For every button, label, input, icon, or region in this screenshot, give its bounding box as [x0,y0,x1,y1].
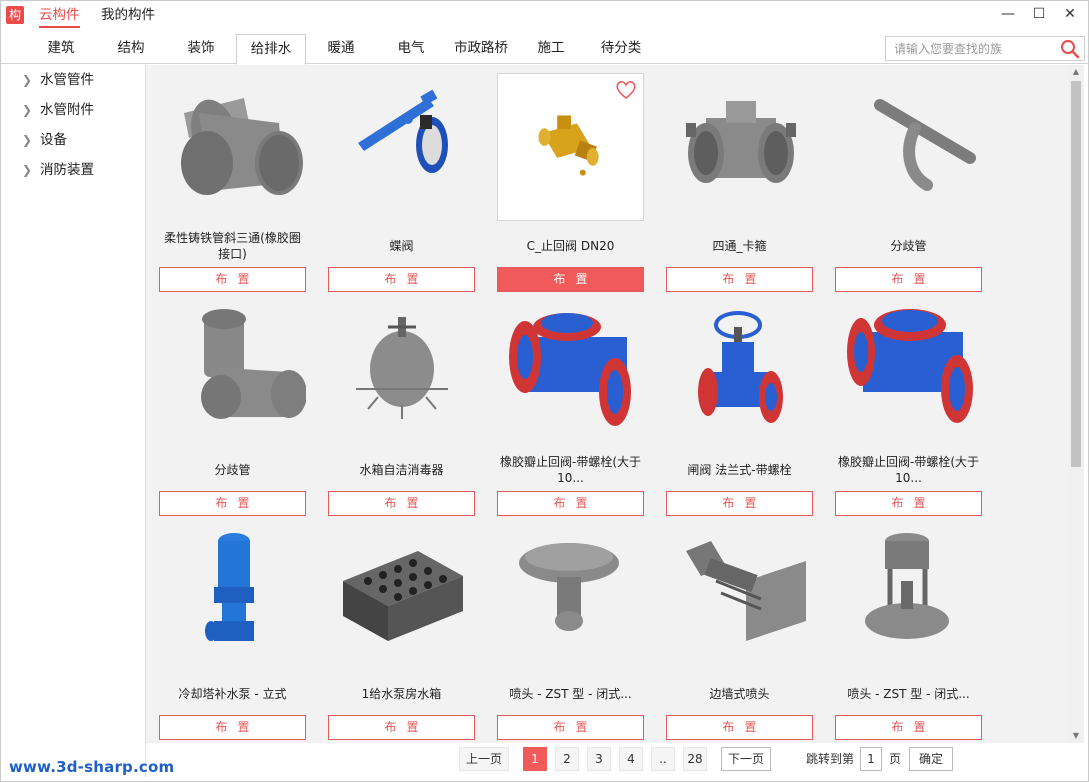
tab-architecture[interactable]: 建筑 [31,34,91,64]
cross-clamp-icon [686,101,796,183]
sidebar-item-label: 设备 [40,132,67,148]
water-tank-icon [343,551,463,641]
place-button[interactable]: 布置 [666,267,813,292]
component-name: 边墙式喷头 [709,687,770,701]
category-sidebar: ❯ 水管管件 ❯ 水管附件 ❯ 设备 ❯ 消防装置 [6,65,146,777]
place-button[interactable]: 布置 [159,267,306,292]
place-button[interactable]: 布置 [328,491,475,516]
page-ellipsis: .. [651,747,675,771]
place-button[interactable]: 布置 [497,715,644,740]
tab-my-components[interactable]: 我的构件 [101,6,155,28]
place-button[interactable]: 布置 [159,491,306,516]
component-name: 四通_卡箍 [712,239,767,253]
chevron-right-icon: ❯ [22,133,33,147]
component-name: 喷头 - ZST 型 - 闭式... [847,687,970,701]
vertical-scrollbar[interactable]: ▲ ▼ [1068,65,1084,743]
component-name: 蝶阀 [389,239,414,253]
place-button[interactable]: 布置 [159,715,306,740]
watermark: www.3d-sharp.com [9,758,175,776]
branch-pipe-icon [874,99,976,191]
place-button[interactable]: 布置 [328,715,475,740]
component-name: 分歧管 [890,239,927,253]
tab-structure[interactable]: 结构 [101,34,161,64]
component-name: 1给水泵房水箱 [361,687,442,701]
sprinkler-head-icon [519,543,619,631]
next-page-button[interactable]: 下一页 [721,747,771,771]
tank-sterilizer-icon [356,317,448,419]
selected-thumbnail [497,73,644,221]
scroll-down-arrow-icon[interactable]: ▼ [1068,729,1084,743]
sidebar-item-label: 消防装置 [40,162,94,178]
place-button[interactable]: 布置 [835,267,982,292]
component-name: 水箱自洁消毒器 [359,463,444,477]
minimize-icon[interactable]: — [999,5,1017,23]
chevron-right-icon: ❯ [22,73,33,87]
sidewall-sprinkler-icon [686,541,806,641]
page-button[interactable]: 28 [683,747,707,771]
place-button[interactable]: 布置 [497,491,644,516]
tab-construction[interactable]: 施工 [521,34,581,64]
sprinkler-head-2-icon [865,533,949,639]
maximize-icon[interactable]: ☐ [1030,5,1048,23]
sidebar-item-pipe-accessories[interactable]: ❯ 水管附件 [6,95,145,125]
component-grid: 柔性铸铁管斜三通(橡胶圈接口) 布置 蝶阀 布置 C_止回阀 DN20 布置 四… [146,65,1068,743]
tab-decoration[interactable]: 装饰 [171,34,231,64]
place-button[interactable]: 布置 [328,267,475,292]
page-button[interactable]: 2 [555,747,579,771]
sidebar-item-pipe-fittings[interactable]: ❯ 水管管件 [6,65,145,95]
place-button[interactable]: 布置 [666,715,813,740]
component-name: 冷却塔补水泵 - 立式 [178,687,287,701]
page-button[interactable]: 4 [619,747,643,771]
component-name: 喷头 - ZST 型 - 闭式... [509,687,632,701]
component-name: 橡胶瓣止回阀-带螺栓(大于10... [837,455,979,485]
tab-electrical[interactable]: 电气 [381,34,441,64]
tee-fitting-icon [181,98,303,195]
flanged-check-valve-icon [509,313,631,426]
flanged-check-valve-2-icon [847,309,973,423]
page-button[interactable]: 1 [523,747,547,771]
scrollbar-thumb[interactable] [1071,81,1081,467]
pagination: 上一页 1 2 3 4 .. 28 下一页 跳转到第 1 页 确定 [146,743,1084,781]
place-button[interactable]: 布置 [497,267,644,292]
sidebar-item-fire-devices[interactable]: ❯ 消防装置 [6,155,145,185]
component-name: 柔性铸铁管斜三通(橡胶圈接口) [164,231,301,261]
page-button[interactable]: 3 [587,747,611,771]
page-unit-label: 页 [889,752,902,766]
butterfly-valve-icon [358,89,448,173]
sidebar-item-equipment[interactable]: ❯ 设备 [6,125,145,155]
tab-plumbing[interactable]: 给排水 [236,34,306,65]
close-icon[interactable]: ✕ [1061,5,1079,23]
place-button[interactable]: 布置 [666,491,813,516]
gate-valve-icon [698,311,783,423]
jump-label: 跳转到第 [806,752,855,766]
title-bar: 构 云构件 我的构件 — ☐ ✕ [1,1,1088,31]
search-icon[interactable] [1060,39,1080,59]
tab-hvac[interactable]: 暖通 [311,34,371,64]
search-input[interactable] [886,37,1056,60]
sidebar-item-label: 水管附件 [40,102,94,118]
heart-icon[interactable] [615,80,637,100]
chevron-right-icon: ❯ [22,163,33,177]
component-name: 分歧管 [214,463,251,477]
confirm-button[interactable]: 确定 [909,747,953,771]
tab-cloud-components[interactable]: 云构件 [39,6,80,28]
place-button[interactable]: 布置 [835,715,982,740]
scroll-up-arrow-icon[interactable]: ▲ [1068,65,1084,79]
app-logo-icon: 构 [6,6,24,24]
app-window: 构 云构件 我的构件 — ☐ ✕ 建筑 结构 装饰 给排水 暖通 电气 市政路桥… [0,0,1089,782]
vertical-pump-icon [205,533,254,641]
chevron-right-icon: ❯ [22,103,33,117]
component-name: 闸阀 法兰式-带螺栓 [687,463,792,477]
component-name: C_止回阀 DN20 [526,239,615,253]
component-name: 橡胶瓣止回阀-带螺栓(大于10... [499,455,641,485]
jump-page-input[interactable]: 1 [860,747,882,771]
tab-municipal[interactable]: 市政路桥 [447,34,515,64]
tab-uncategorized[interactable]: 待分类 [589,34,653,64]
search-box [885,36,1085,61]
place-button[interactable]: 布置 [835,491,982,516]
sidebar-item-label: 水管管件 [40,72,94,88]
prev-page-button[interactable]: 上一页 [459,747,509,771]
wye-fitting-icon [201,309,306,419]
